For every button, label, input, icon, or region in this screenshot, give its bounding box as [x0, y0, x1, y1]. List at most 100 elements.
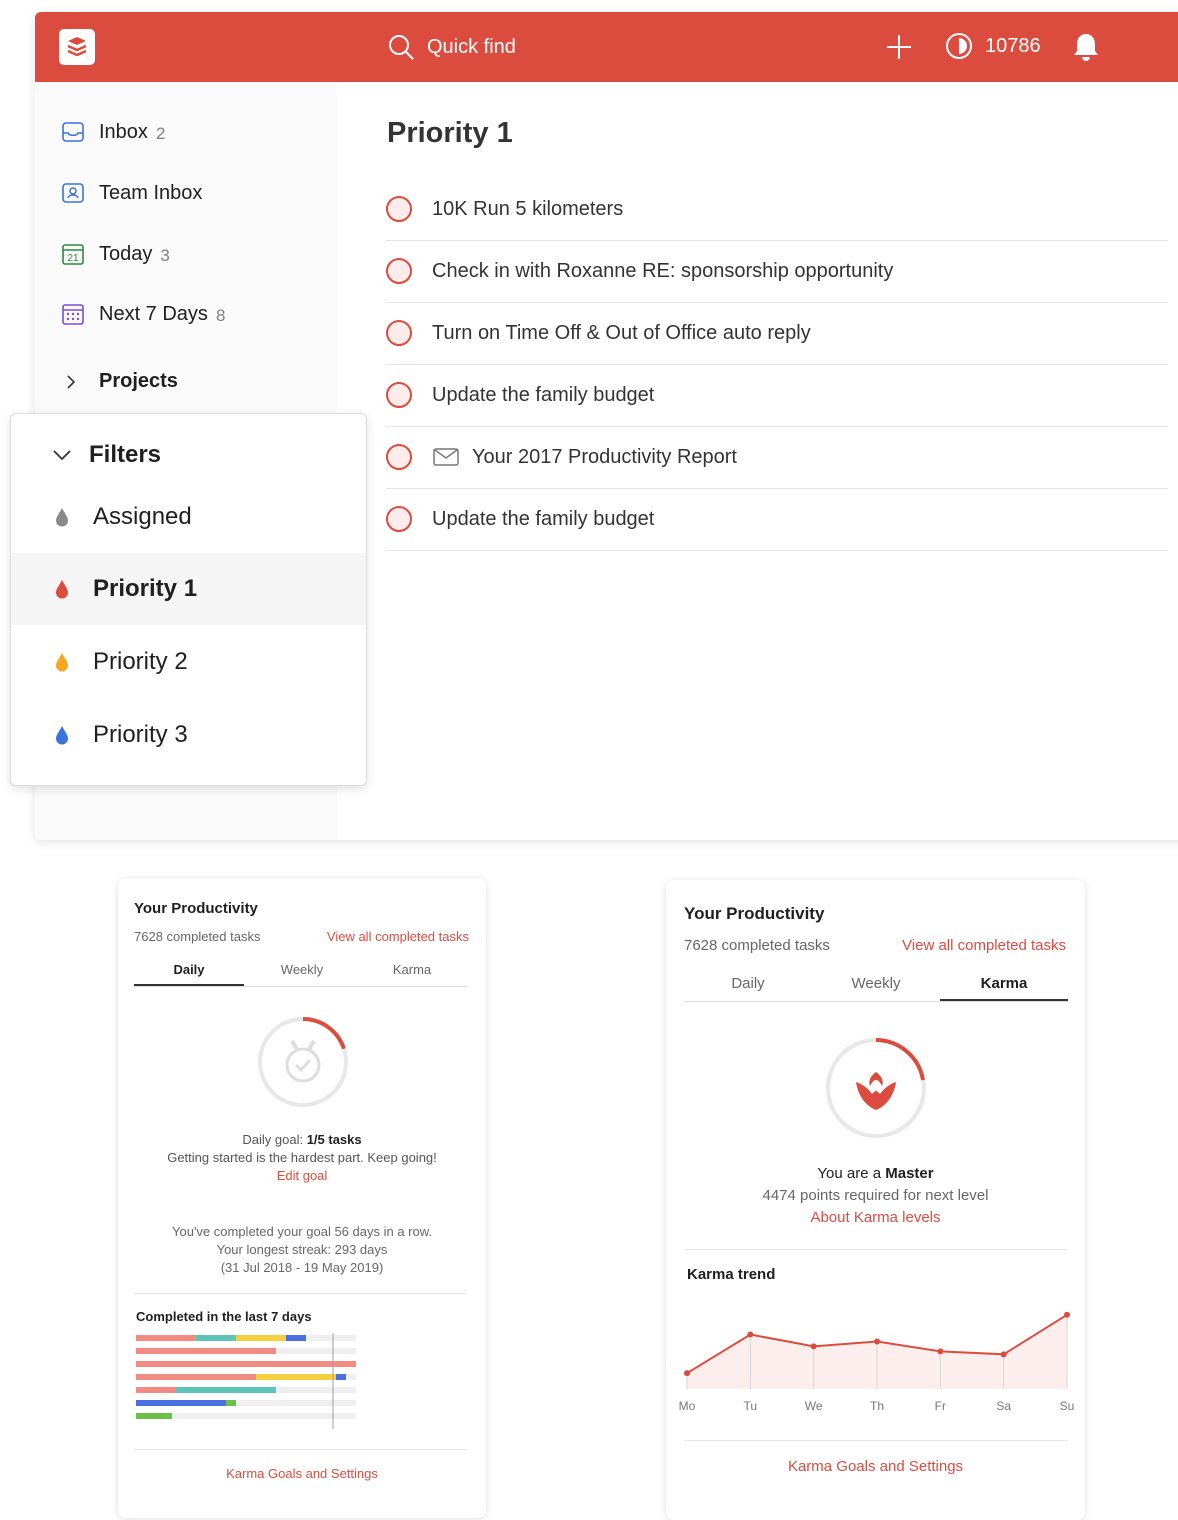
filter-item-priority-2[interactable]: Priority 2 — [11, 626, 366, 698]
filter-item-label: Priority 2 — [93, 648, 188, 675]
card-title: Your Productivity — [134, 900, 258, 917]
filter-item-assigned[interactable]: Assigned — [11, 481, 366, 553]
encouragement-text: Getting started is the hardest part. Kee… — [167, 1150, 437, 1165]
quick-find-input[interactable]: Quick find — [387, 32, 516, 62]
task-item[interactable]: Update the family budget — [386, 488, 1168, 551]
filter-item-priority-3[interactable]: Priority 3 — [11, 699, 366, 771]
karma-level-ring — [826, 1038, 926, 1138]
productivity-card-daily: Your Productivity 7628 completed tasks V… — [118, 878, 486, 1518]
filter-item-priority-1[interactable]: Priority 1 — [11, 553, 366, 625]
streak-line: You've completed your goal 56 days in a … — [172, 1224, 432, 1239]
trend-tick-label: Su — [1060, 1399, 1075, 1413]
mail-icon — [432, 446, 460, 468]
streak-info: You've completed your goal 56 days in a … — [118, 1223, 486, 1277]
task-checkbox[interactable] — [386, 506, 412, 532]
bar-segment — [136, 1335, 196, 1341]
sidebar-item-label: Team Inbox — [99, 181, 203, 204]
goal-progress-arc — [302, 1017, 346, 1050]
page-title: Priority 1 — [387, 117, 513, 149]
task-text: Update the family budget — [432, 383, 655, 406]
karma-points-next: 4474 points required for next level — [762, 1187, 989, 1204]
task-item[interactable]: 10K Run 5 kilometers — [386, 178, 1168, 241]
view-all-link[interactable]: View all completed tasks — [902, 937, 1066, 954]
about-karma-link[interactable]: About Karma levels — [666, 1209, 1085, 1226]
karma-level-line: You are a Master — [666, 1165, 1085, 1182]
sidebar-item-count: 3 — [160, 245, 170, 265]
sidebar-item-inbox[interactable]: Inbox 2 — [61, 120, 165, 144]
sidebar-item-today[interactable]: 21 Today 3 — [61, 242, 170, 266]
karma-level: Master — [885, 1165, 934, 1182]
filters-toggle[interactable]: Filters — [53, 441, 161, 469]
tab-active-indicator — [134, 984, 244, 986]
bar-segment — [136, 1348, 276, 1354]
sidebar-item-count: 8 — [215, 305, 226, 325]
bar-segment — [136, 1413, 172, 1419]
karma-trend-chart: Mo Tu We Th Fr Sa Su — [679, 1311, 1075, 1413]
task-text: Check in with Roxanne RE: sponsorship op… — [432, 259, 894, 282]
calendar-day-number: 21 — [67, 253, 79, 264]
task-checkbox[interactable] — [386, 382, 412, 408]
trend-point — [810, 1343, 817, 1350]
sidebar-item-team-inbox[interactable]: Team Inbox — [61, 181, 202, 205]
tab-karma[interactable]: Karma — [940, 975, 1068, 992]
bar-segment — [136, 1400, 226, 1406]
medal-icon — [285, 1039, 321, 1083]
drop-icon — [53, 579, 71, 599]
sidebar-item-next-7-days[interactable]: Next 7 Days 8 — [61, 302, 225, 326]
tab-daily[interactable]: Daily — [134, 962, 244, 977]
bell-icon[interactable] — [1072, 32, 1100, 67]
trend-point — [874, 1338, 880, 1345]
bar-segment — [176, 1387, 276, 1393]
filter-item-label: Priority 1 — [93, 575, 198, 602]
drop-icon — [53, 507, 71, 527]
edit-goal-link[interactable]: Edit goal — [118, 1168, 486, 1183]
karma-goals-link[interactable]: Karma Goals and Settings — [118, 1466, 486, 1481]
tab-karma[interactable]: Karma — [357, 962, 467, 977]
bar-segment — [136, 1361, 356, 1367]
karma-icon — [946, 33, 972, 59]
trend-tick-label: Fr — [935, 1399, 946, 1413]
bar-segment — [256, 1374, 336, 1380]
drop-icon — [53, 652, 71, 672]
streak-line: (31 Jul 2018 - 19 May 2019) — [220, 1260, 384, 1275]
view-all-link[interactable]: View all completed tasks — [327, 929, 469, 944]
karma-goals-link[interactable]: Karma Goals and Settings — [666, 1458, 1085, 1475]
chevron-down-icon — [53, 450, 71, 461]
task-checkbox[interactable] — [386, 196, 412, 222]
search-icon — [389, 35, 414, 60]
tab-weekly[interactable]: Weekly — [247, 962, 357, 977]
drop-icon — [53, 725, 71, 745]
add-icon[interactable] — [885, 33, 913, 66]
tab-weekly[interactable]: Weekly — [812, 975, 940, 992]
drop-icon-shape — [56, 580, 68, 599]
drop-icon-shape — [56, 653, 68, 672]
chevron-right-icon — [67, 374, 76, 389]
task-checkbox[interactable] — [386, 444, 412, 470]
divider — [134, 1293, 467, 1294]
karma-points: 10786 — [985, 34, 1041, 57]
task-item[interactable]: Check in with Roxanne RE: sponsorship op… — [386, 240, 1168, 303]
bar-segment — [196, 1335, 236, 1341]
task-item[interactable]: Your 2017 Productivity Report — [386, 426, 1168, 489]
karma-button[interactable]: 10786 — [945, 32, 1041, 60]
task-item[interactable]: Update the family budget — [386, 364, 1168, 427]
bar-segment — [336, 1374, 346, 1380]
daily-goal-ring — [258, 1017, 348, 1107]
sidebar-item-label: Inbox — [99, 120, 148, 143]
completed-bar-chart — [136, 1333, 356, 1429]
task-text: Turn on Time Off & Out of Office auto re… — [432, 321, 811, 344]
calendar-today-icon: 21 — [61, 242, 85, 266]
completed-count: 7628 completed tasks — [134, 929, 261, 944]
chart-title: Completed in the last 7 days — [136, 1309, 312, 1324]
trend-tick-label: Tu — [744, 1399, 758, 1413]
drop-icon-shape — [56, 726, 68, 745]
trend-point — [1000, 1351, 1007, 1358]
task-checkbox[interactable] — [386, 320, 412, 346]
tab-daily[interactable]: Daily — [684, 975, 812, 992]
task-checkbox[interactable] — [386, 258, 412, 284]
task-item[interactable]: Turn on Time Off & Out of Office auto re… — [386, 302, 1168, 365]
sidebar-projects-toggle[interactable]: Projects — [65, 370, 178, 393]
logo-icon[interactable] — [59, 29, 95, 65]
team-inbox-icon — [61, 181, 85, 205]
streak-line: Your longest streak: 293 days — [216, 1242, 388, 1257]
